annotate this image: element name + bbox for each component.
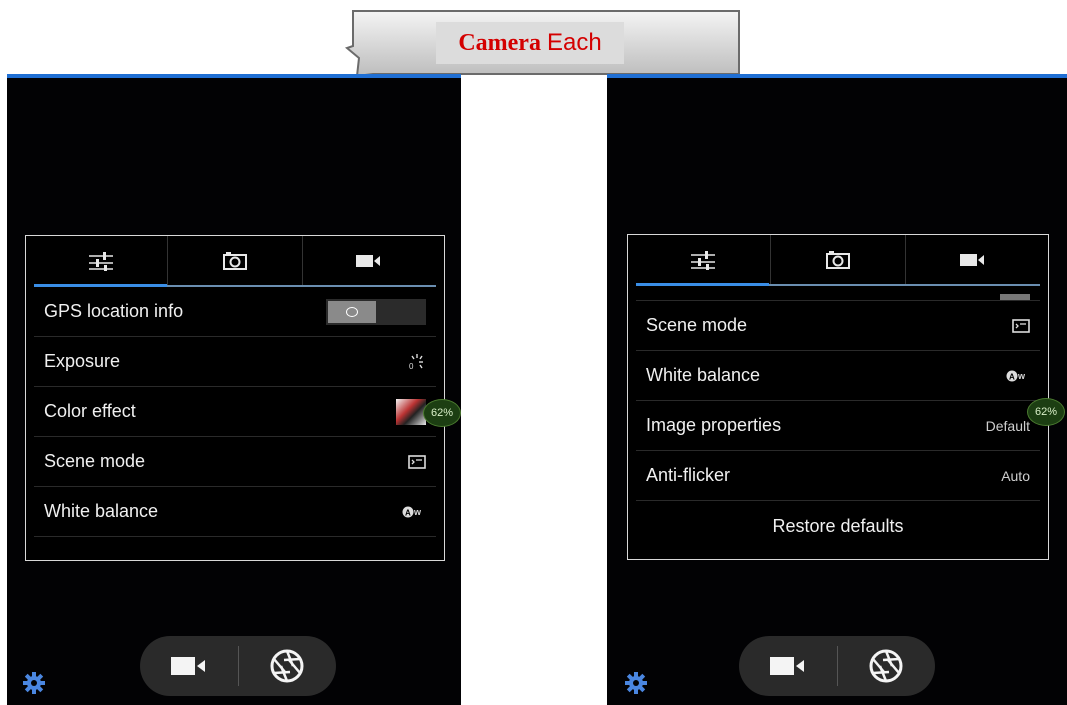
- setting-label: Image properties: [646, 415, 782, 435]
- tab-photo-settings[interactable]: [167, 236, 301, 286]
- tab-photo-settings[interactable]: [770, 235, 905, 285]
- setting-anti-flicker[interactable]: Anti-flicker Auto: [636, 451, 1040, 501]
- settings-tabs: [636, 235, 1040, 285]
- restore-defaults-button[interactable]: Restore defaults: [636, 501, 1040, 551]
- video-camera-icon: [769, 657, 804, 675]
- video-camera-icon: [960, 254, 984, 266]
- callout-banner: Camera Each: [343, 10, 741, 77]
- settings-gear-icon[interactable]: [625, 672, 647, 694]
- tab-video-settings[interactable]: [301, 236, 436, 286]
- sliders-icon: [691, 251, 715, 270]
- video-camera-icon: [356, 255, 381, 267]
- tab-general-settings[interactable]: [34, 236, 167, 286]
- svg-text:0: 0: [409, 362, 414, 371]
- shutter-icon: [869, 649, 903, 683]
- camera-icon: [826, 251, 850, 269]
- color-effect-thumbnail: [396, 398, 426, 425]
- setting-color-effect[interactable]: Color effect: [34, 387, 436, 437]
- camera-screen-left: GPS location info Exposure 0 Color effec…: [7, 74, 461, 705]
- camera-screen-right: Scene mode White balance A w Image prope…: [607, 74, 1067, 705]
- color-effect-thumbnail: [1000, 294, 1030, 300]
- camera-icon: [222, 252, 247, 270]
- tab-video-settings[interactable]: [905, 235, 1040, 285]
- settings-list: Scene mode White balance A w Image prope…: [636, 286, 1040, 551]
- setting-scene-mode[interactable]: Scene mode: [34, 437, 436, 487]
- setting-label: White balance: [44, 501, 159, 521]
- scene-icon: [408, 454, 426, 469]
- setting-value: Default: [985, 417, 1030, 434]
- exposure-icon: 0: [409, 353, 423, 371]
- setting-value: Auto: [1001, 467, 1030, 484]
- setting-color-effect-scrolled[interactable]: [636, 286, 1040, 301]
- svg-text:w: w: [1017, 371, 1026, 381]
- svg-text:A: A: [405, 508, 411, 517]
- settings-panel: Scene mode White balance A w Image prope…: [627, 234, 1049, 560]
- setting-label: GPS location info: [44, 301, 184, 321]
- settings-tabs: [34, 236, 436, 286]
- setting-gps-location[interactable]: GPS location info: [34, 287, 436, 337]
- shutter-button[interactable]: [239, 636, 337, 696]
- callout-word-camera: Camera: [458, 29, 541, 56]
- settings-list: GPS location info Exposure 0 Color effec…: [34, 287, 436, 537]
- shutter-icon: [270, 649, 304, 683]
- setting-label: White balance: [646, 365, 761, 385]
- settings-panel: GPS location info Exposure 0 Color effec…: [25, 235, 445, 561]
- shutter-button[interactable]: [838, 636, 936, 696]
- setting-white-balance[interactable]: White balance A w: [636, 351, 1040, 401]
- sliders-icon: [88, 252, 113, 271]
- settings-gear-icon[interactable]: [23, 672, 45, 694]
- callout-label: Camera Each: [436, 22, 624, 64]
- setting-label: Color effect: [44, 401, 136, 421]
- setting-label: Anti-flicker: [646, 465, 731, 485]
- top-accent-line: [607, 74, 1067, 78]
- gps-toggle[interactable]: [326, 298, 426, 325]
- auto-white-balance-icon: A w: [402, 506, 422, 517]
- setting-exposure[interactable]: Exposure 0: [34, 337, 436, 387]
- battery-indicator: 62%: [423, 399, 461, 427]
- svg-text:A: A: [1009, 372, 1015, 381]
- svg-text:w: w: [413, 507, 422, 517]
- video-camera-icon: [170, 657, 205, 675]
- callout-word-each: Each: [546, 29, 602, 56]
- battery-indicator: 62%: [1027, 398, 1065, 426]
- capture-control-bar: [140, 636, 336, 696]
- setting-white-balance[interactable]: White balance A w: [34, 487, 436, 537]
- top-accent-line: [7, 74, 461, 78]
- setting-image-properties[interactable]: Image properties Default: [636, 401, 1040, 451]
- setting-scene-mode[interactable]: Scene mode: [636, 301, 1040, 351]
- video-record-button[interactable]: [739, 636, 837, 696]
- scene-icon: [1012, 318, 1030, 333]
- setting-label: Exposure: [44, 351, 121, 371]
- setting-label: Scene mode: [646, 315, 748, 335]
- tab-general-settings[interactable]: [636, 235, 770, 285]
- restore-defaults-label: Restore defaults: [772, 515, 904, 536]
- video-record-button[interactable]: [140, 636, 238, 696]
- setting-label: Scene mode: [44, 451, 146, 471]
- auto-white-balance-icon: A w: [1006, 370, 1026, 381]
- capture-control-bar: [739, 636, 935, 696]
